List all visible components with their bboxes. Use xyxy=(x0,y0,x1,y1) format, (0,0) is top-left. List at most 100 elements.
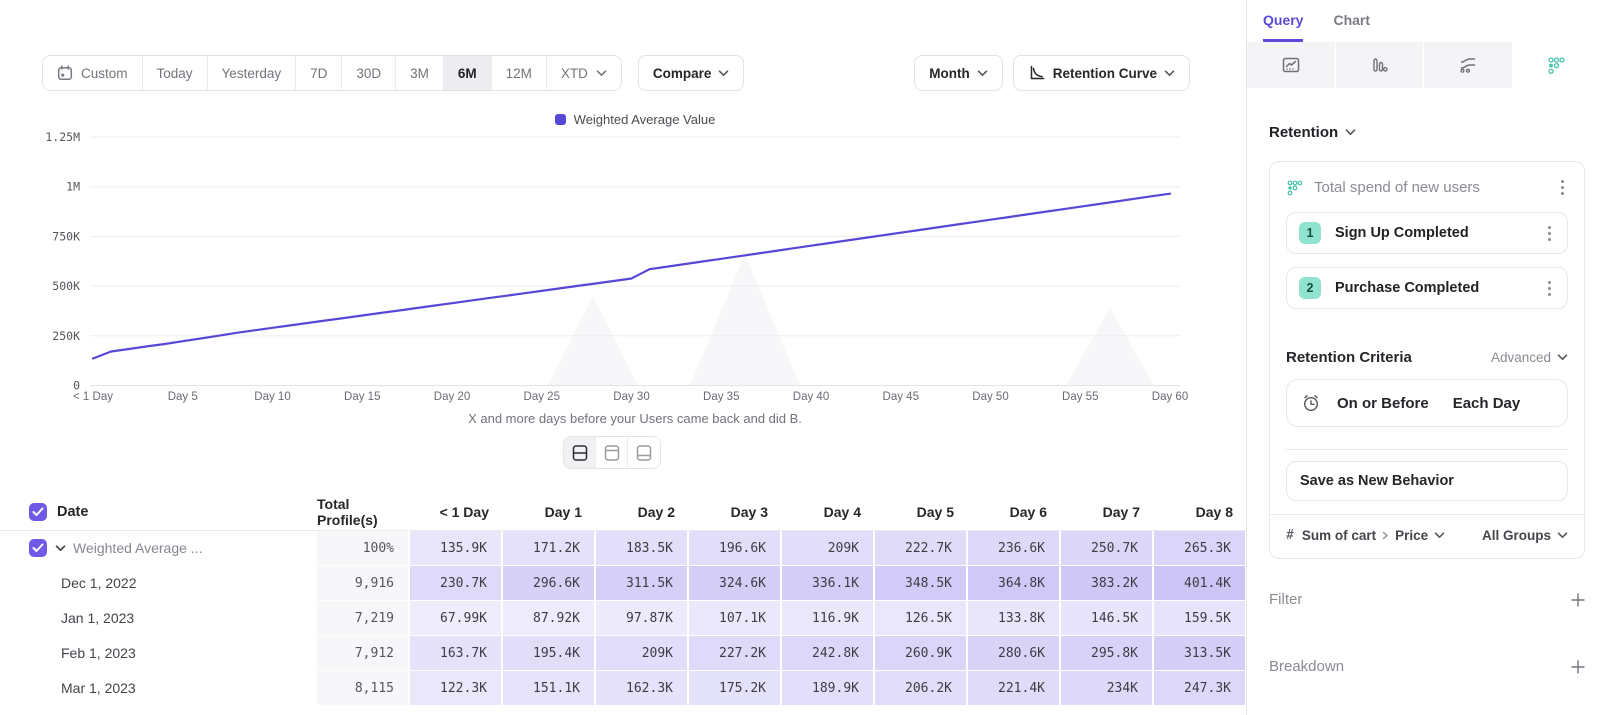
tab-retention[interactable] xyxy=(1513,42,1600,88)
range-label: 12M xyxy=(506,66,532,81)
range-custom[interactable]: Custom xyxy=(43,56,143,90)
table-row[interactable]: Mar 1, 20238,115122.3K151.1K162.3K175.2K… xyxy=(0,671,1248,705)
retention-value-cell: 313.5K xyxy=(1154,636,1247,670)
chevron-right-icon xyxy=(1382,531,1389,540)
advanced-dropdown[interactable]: Advanced xyxy=(1491,350,1568,365)
retention-value-cell: 250.7K xyxy=(1061,531,1154,565)
range-3m[interactable]: 3M xyxy=(396,56,444,90)
row-date-label: Dec 1, 2022 xyxy=(61,566,317,600)
range-label: Today xyxy=(157,66,193,81)
chart-type-button[interactable]: Retention Curve xyxy=(1013,55,1190,91)
column-header: Day 4 xyxy=(782,504,875,520)
table-row[interactable]: Dec 1, 20229,916230.7K296.6K311.5K324.6K… xyxy=(0,566,1248,600)
retention-value-cell: 175.2K xyxy=(689,671,782,705)
retention-value-cell: 247.3K xyxy=(1154,671,1247,705)
row-checkbox-cell xyxy=(0,531,47,565)
kebab-menu-icon[interactable] xyxy=(1544,277,1555,300)
section-label: Retention xyxy=(1269,124,1338,141)
x-tick-label: Day 60 xyxy=(1152,391,1188,403)
save-as-new-behavior-button[interactable]: Save as New Behavior xyxy=(1286,461,1568,501)
row-expand-chevron[interactable] xyxy=(47,531,73,565)
on-or-before-row[interactable]: On or Before Each Day xyxy=(1286,379,1568,427)
range-7d[interactable]: 7D xyxy=(296,56,342,90)
table-row[interactable]: Jan 1, 20237,21967.99K87.92K97.87K107.1K… xyxy=(0,601,1248,635)
compare-button[interactable]: Compare xyxy=(638,55,745,91)
x-tick-label: Day 45 xyxy=(883,391,919,403)
split-view-button[interactable] xyxy=(564,437,596,468)
range-label: 3M xyxy=(410,66,429,81)
range-xtd[interactable]: XTD xyxy=(547,56,621,90)
table-view-button[interactable] xyxy=(628,437,660,468)
x-tick-label: Day 25 xyxy=(524,391,560,403)
all-groups-dropdown[interactable]: All Groups xyxy=(1482,528,1568,543)
chevron-down-icon xyxy=(596,70,607,77)
kebab-menu-icon[interactable] xyxy=(1557,176,1568,199)
x-tick-label: < 1 Day xyxy=(73,391,113,403)
sidebar-content: Retention Total spend of new users 1 Sig… xyxy=(1247,124,1600,675)
tab-flows[interactable] xyxy=(1424,42,1513,88)
range-12m[interactable]: 12M xyxy=(492,56,547,90)
add-filter-button[interactable] xyxy=(1571,593,1585,607)
table-row[interactable]: Weighted Average ...100%135.9K171.2K183.… xyxy=(0,531,1248,565)
total-profiles-cell: 9,916 xyxy=(317,566,410,600)
column-header: Day 1 xyxy=(503,504,596,520)
tab-chart[interactable]: Chart xyxy=(1333,12,1370,42)
retention-value-cell: 126.5K xyxy=(875,601,968,635)
compare-label: Compare xyxy=(653,66,712,81)
range-label: Custom xyxy=(81,66,128,81)
step-row-purchase[interactable]: 2 Purchase Completed xyxy=(1286,267,1568,309)
chart-view-button[interactable] xyxy=(596,437,628,468)
retention-value-cell: 236.6K xyxy=(968,531,1061,565)
calendar-icon xyxy=(57,65,73,81)
granularity-button[interactable]: Month xyxy=(914,55,1002,91)
range-30d[interactable]: 30D xyxy=(342,56,396,90)
property-dropdown[interactable]: Sum of cart Price xyxy=(1302,528,1445,543)
x-tick-label: Day 30 xyxy=(613,391,649,403)
add-breakdown-button[interactable] xyxy=(1571,660,1585,674)
retention-value-cell: 133.8K xyxy=(968,601,1061,635)
range-label: 7D xyxy=(310,66,327,81)
retention-criteria-label: Retention Criteria xyxy=(1286,349,1491,366)
retention-section-dropdown[interactable]: Retention xyxy=(1269,124,1585,141)
retention-curve-chart[interactable]: 0250K500K750K1M1.25M< 1 DayDay 5Day 10Da… xyxy=(0,108,1248,408)
tab-funnels[interactable] xyxy=(1336,42,1425,88)
retention-value-cell: 383.2K xyxy=(1061,566,1154,600)
x-tick-label: Day 35 xyxy=(703,391,739,403)
x-tick-label: Day 5 xyxy=(168,391,198,403)
watermark-triangle xyxy=(1066,308,1154,386)
tab-insights[interactable] xyxy=(1247,42,1336,88)
column-header-date: Date xyxy=(57,504,317,520)
retention-value-cell: 265.3K xyxy=(1154,531,1247,565)
retention-value-cell: 227.2K xyxy=(689,636,782,670)
x-tick-label: Day 40 xyxy=(793,391,829,403)
all-groups-label: All Groups xyxy=(1482,528,1551,543)
step-row-sign-up[interactable]: 1 Sign Up Completed xyxy=(1286,212,1568,254)
row-checkbox[interactable] xyxy=(29,503,47,521)
chevron-down-icon xyxy=(1345,129,1356,136)
watermark-triangle xyxy=(548,296,638,386)
row-date-label: Weighted Average ... xyxy=(73,531,317,565)
range-today[interactable]: Today xyxy=(143,56,208,90)
row-date-label: Jan 1, 2023 xyxy=(61,601,317,635)
flows-icon xyxy=(1458,55,1478,75)
retention-value-cell: 87.92K xyxy=(503,601,596,635)
on-or-before-label: On or Before xyxy=(1337,395,1429,412)
table-row[interactable]: Feb 1, 20237,912163.7K195.4K209K227.2K24… xyxy=(0,636,1248,670)
kebab-menu-icon[interactable] xyxy=(1544,222,1555,245)
retention-value-cell: 336.1K xyxy=(782,566,875,600)
tab-query[interactable]: Query xyxy=(1263,12,1303,42)
range-yesterday[interactable]: Yesterday xyxy=(208,56,297,90)
retention-value-cell: 296.6K xyxy=(503,566,596,600)
row-checkbox[interactable] xyxy=(29,539,47,557)
granularity-label: Month xyxy=(929,66,969,81)
toolbar: Custom Today Yesterday 7D 30D 3M 6M 12M XTD Comp… xyxy=(42,55,1190,91)
column-header: Day 7 xyxy=(1061,504,1154,520)
retention-value-cell: 230.7K xyxy=(410,566,503,600)
range-label: Yesterday xyxy=(222,66,282,81)
advanced-label: Advanced xyxy=(1491,350,1551,365)
range-6m[interactable]: 6M xyxy=(444,56,492,90)
retention-value-cell: 221.4K xyxy=(968,671,1061,705)
column-header: Day 6 xyxy=(968,504,1061,520)
report-type-tabs xyxy=(1247,42,1600,88)
column-header: Day 3 xyxy=(689,504,782,520)
